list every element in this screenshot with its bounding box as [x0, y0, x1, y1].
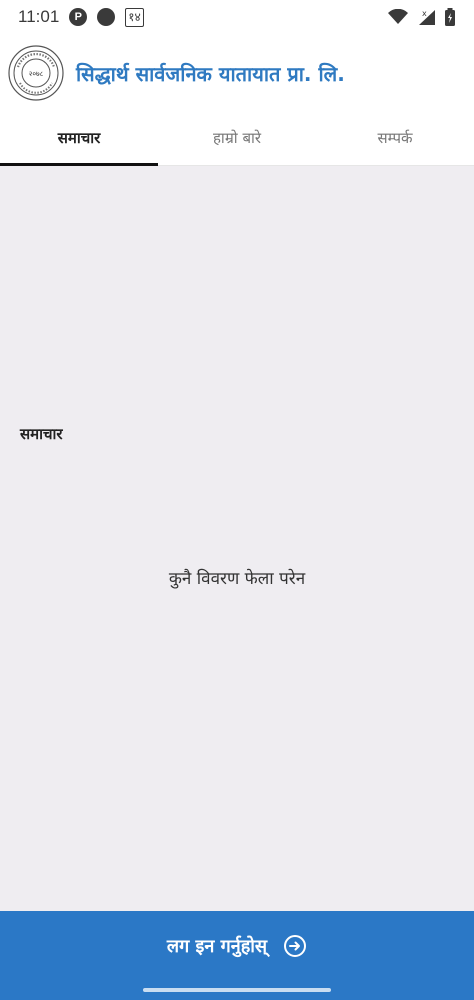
company-logo: २०७८ — [8, 45, 64, 101]
status-time: 11:01 — [18, 7, 60, 26]
tab-about-us[interactable]: हाम्रो बारे — [158, 110, 316, 165]
wifi-icon — [388, 9, 408, 24]
home-indicator[interactable] — [143, 988, 331, 992]
status-bar: 11:01 P १४ x — [0, 0, 474, 34]
svg-text:x: x — [422, 9, 427, 18]
status-left: 11:01 P १४ — [18, 7, 144, 27]
logo-year: २०७८ — [29, 70, 44, 78]
login-bar: लग इन गर्नुहोस् — [0, 911, 474, 1000]
notification-box-icon: १४ — [125, 7, 144, 27]
app-screen: 11:01 P १४ x २०७८ सिद्धार्थ सार्वजनिक या… — [0, 0, 474, 1000]
tab-news[interactable]: समाचार — [0, 110, 158, 166]
news-content-area: समाचार कुनै विवरण फेला परेन — [0, 166, 474, 911]
tab-contact[interactable]: सम्पर्क — [316, 110, 474, 165]
status-right: x — [388, 8, 456, 26]
app-header: २०७८ सिद्धार्थ सार्वजनिक यातायात प्रा. ल… — [0, 40, 474, 106]
arrow-right-circle-icon — [284, 935, 307, 957]
battery-icon — [445, 8, 455, 26]
empty-state-message: कुनै विवरण फेला परेन — [168, 569, 306, 589]
cell-signal-icon: x — [419, 9, 435, 25]
login-button[interactable]: लग इन गर्नुहोस् — [0, 911, 474, 981]
section-heading: समाचार — [20, 425, 63, 443]
tab-bar: समाचार हाम्रो बारे सम्पर्क — [0, 110, 474, 166]
login-label: लग इन गर्नुहोस् — [166, 936, 268, 957]
notification-dot-icon — [97, 8, 116, 26]
app-title: सिद्धार्थ सार्वजनिक यातायात प्रा. लि. — [76, 61, 345, 86]
notification-badge-icon: P — [69, 8, 88, 26]
